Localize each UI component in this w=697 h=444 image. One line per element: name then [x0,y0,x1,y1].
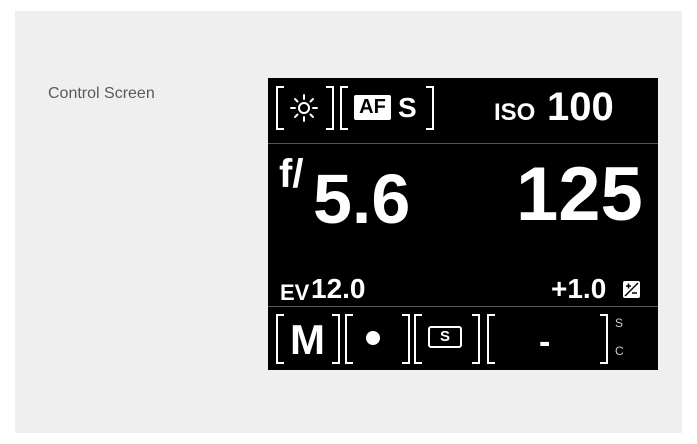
bracket-left [340,86,348,130]
bracket-left [276,86,284,130]
iso-value[interactable]: 100 [547,84,614,130]
exposure-compensation-icon [623,281,640,298]
exposure-compensation-value[interactable]: +1.0 [551,272,606,306]
bracket-left [276,314,284,364]
divider [268,143,658,144]
aperture-prefix: f/ [279,152,304,196]
af-mode-label[interactable]: S [398,91,417,125]
bracket-left [487,314,495,364]
divider [268,306,658,307]
iso-label: ISO [494,99,536,126]
bracket-right [426,86,434,130]
metering-dot-icon[interactable] [366,331,380,345]
bracket-right [326,86,334,130]
aperture-value[interactable]: 5.6 [313,161,410,237]
side-label-top: S [615,316,624,330]
ev-value: 12.0 [311,273,366,304]
bracket-right [332,314,340,364]
drive-mode-label[interactable]: S [428,326,462,348]
ev-label: EV [280,280,310,305]
exposure-mode-label[interactable]: M [290,316,325,364]
bracket-right [402,314,410,364]
dash-value[interactable]: - [539,322,550,362]
sun-icon[interactable] [289,93,319,123]
bracket-right [600,314,608,364]
shutter-value[interactable]: 125 [516,154,643,236]
caption-label: Control Screen [48,85,155,102]
af-badge[interactable]: AF [354,95,391,120]
bracket-right [472,314,480,364]
control-screen: AF S ISO 100 f/ 5.6 125 EV 12.0 +1.0 M S… [268,78,658,370]
bracket-left [414,314,422,364]
side-label-bottom: C [615,344,624,358]
bracket-left [345,314,353,364]
